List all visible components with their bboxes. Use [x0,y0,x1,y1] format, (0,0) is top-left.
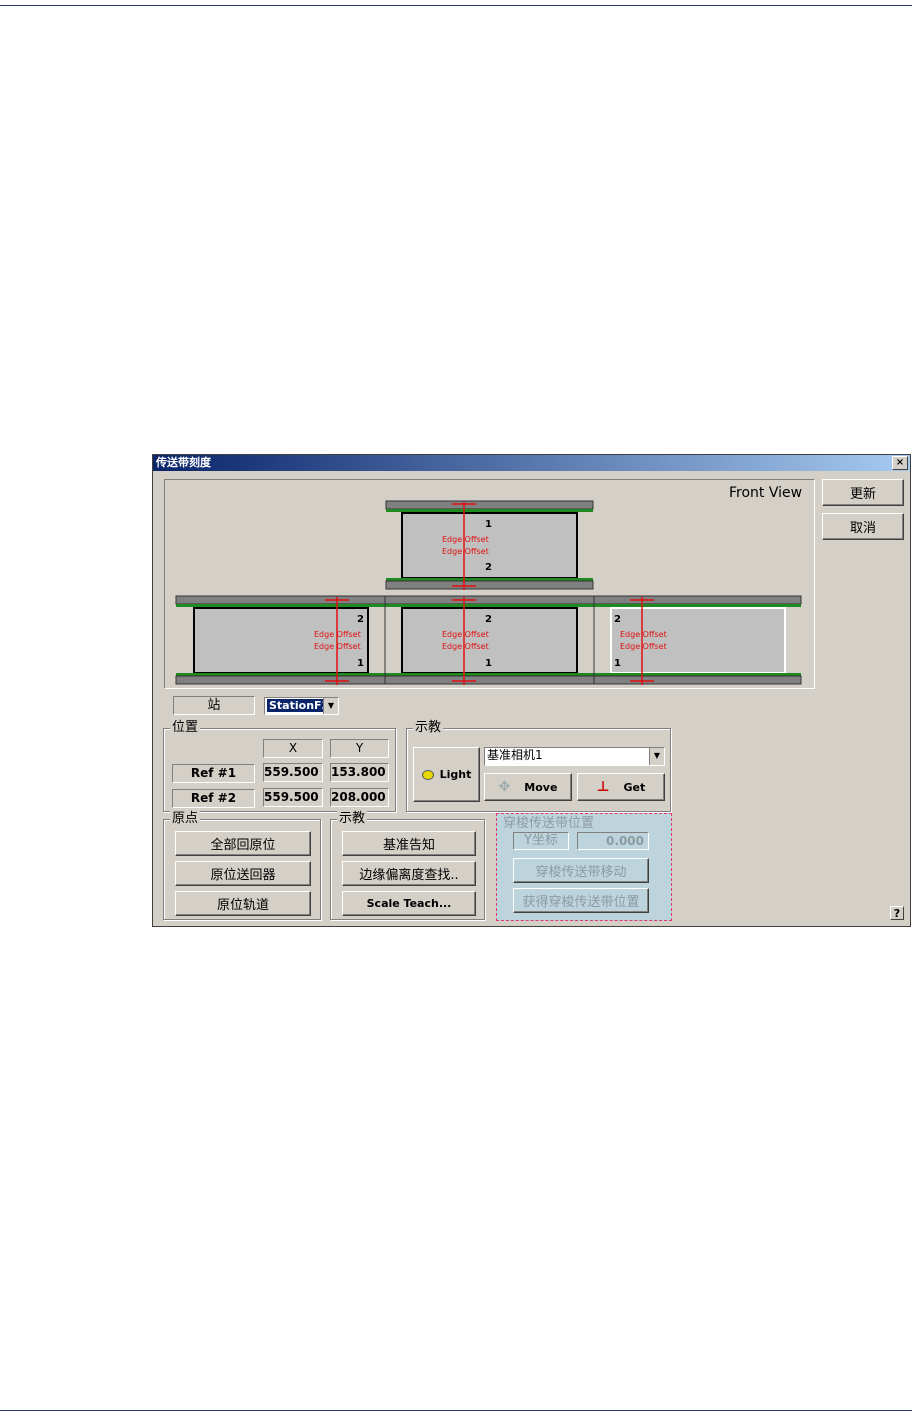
top-board-ref2: 2 [485,562,492,573]
left-board-ref2: 2 [357,614,364,625]
get-button-label: Get [623,781,646,794]
shuttle-move-button[interactable]: 穿梭传送带移动 [513,858,649,883]
left-edge-offset-2: Edge Offset [314,642,361,651]
conveyor-calibration-dialog: 传送带刻度 × 1 2 Edge Offset Edge Offset 2 1 … [152,454,911,927]
position-group: 位置 X Y Ref #1 559.500 153.800 Ref #2 559… [163,720,396,812]
ref1-label: Ref #1 [172,764,255,783]
get-axes-icon: ⊥ [596,779,610,795]
top-edge-offset-1: Edge Offset [442,535,489,544]
light-button[interactable]: Light [413,747,480,802]
column-y-header: Y [330,739,389,758]
cancel-button[interactable]: 取消 [822,513,904,540]
mid-rail-upper [175,595,802,605]
close-button[interactable]: × [892,456,908,470]
right-edge-offset-1: Edge Offset [620,630,667,639]
chevron-down-icon[interactable]: ▼ [649,748,664,765]
position-group-title: 位置 [170,720,201,736]
move-button-label: Move [524,781,558,794]
chevron-down-icon[interactable]: ▼ [323,698,338,714]
top-rail-upper-green [386,509,593,512]
shuttle-get-position-button[interactable]: 获得穿梭传送带位置 [513,888,649,913]
front-view-label: Front View [729,485,802,501]
origin-group: 原点 全部回原位 原位送回器 原位轨道 [163,811,321,920]
shuttle-highlight: 穿梭传送带位置 Y坐标 0.000 穿梭传送带移动 获得穿梭传送带位置 [496,813,672,921]
station-label: 站 [173,696,255,715]
help-button[interactable]: ? [890,906,904,920]
ref1-y-value[interactable]: 153.800 [330,763,389,782]
right-board [610,607,786,674]
ref2-x-value[interactable]: 559.500 [263,788,323,807]
shuttle-y-label: Y坐标 [513,832,569,850]
shuttle-y-value[interactable]: 0.000 [577,832,649,850]
ref1-x-value[interactable]: 559.500 [263,763,323,782]
center-board-ref2: 2 [485,614,492,625]
origin-group-title: 原点 [170,811,201,827]
left-edge-offset-1: Edge Offset [314,630,361,639]
center-edge-offset-2: Edge Offset [442,642,489,651]
camera-value: 基准相机1 [487,748,543,762]
top-rail-lower [385,580,594,590]
title-bar: 传送带刻度 × [153,455,910,471]
top-edge-offset-2: Edge Offset [442,547,489,556]
home-feeder-button[interactable]: 原位送回器 [175,861,311,886]
bulb-icon [421,770,434,780]
left-board [193,607,369,674]
right-board-ref1: 1 [614,658,621,669]
teach-camera-group: 示教 Light 基准相机1 ▼ ✥ Move ⊥ Get [406,720,671,812]
window-title: 传送带刻度 [156,456,211,469]
teach-group: 示教 基准告知 边缘偏离度查找.. Scale Teach... [330,811,485,920]
station-select[interactable]: StationF3 ▼ [264,697,339,715]
right-edge-offset-2: Edge Offset [620,642,667,651]
home-all-button[interactable]: 全部回原位 [175,831,311,856]
page-bottom-rule [0,1410,912,1411]
shuttle-group-title: 穿梭传送带位置 [503,816,595,831]
center-board-ref1: 1 [485,658,492,669]
teach-camera-group-title: 示教 [413,720,444,736]
ref2-label: Ref #2 [172,789,255,808]
home-track-button[interactable]: 原位轨道 [175,891,311,916]
right-board-ref2: 2 [614,614,621,625]
light-button-label: Light [439,768,472,781]
move-button[interactable]: ✥ Move [484,773,572,801]
move-arrows-icon: ✥ [498,779,511,795]
teach-group-title: 示教 [337,811,368,827]
front-view-canvas: 1 2 Edge Offset Edge Offset 2 1 Edge Off… [164,479,815,689]
page-top-rule [0,5,912,6]
station-value: StationF3 [267,699,332,712]
conveyor-diagram: 1 2 Edge Offset Edge Offset 2 1 Edge Off… [175,485,802,685]
get-button[interactable]: ⊥ Get [577,773,665,801]
column-x-header: X [263,739,323,758]
update-button[interactable]: 更新 [822,479,904,506]
edge-offset-find-button[interactable]: 边缘偏离度查找.. [342,861,476,886]
top-board-ref1: 1 [485,519,492,530]
left-board-ref1: 1 [357,658,364,669]
ref2-y-value[interactable]: 208.000 [330,788,389,807]
camera-select[interactable]: 基准相机1 ▼ [484,747,665,766]
top-rail-upper [385,500,594,510]
scale-teach-button[interactable]: Scale Teach... [342,891,476,916]
mid-rail-lower [175,675,802,685]
mid-rail-upper-green [176,604,801,607]
center-edge-offset-1: Edge Offset [442,630,489,639]
fiducial-button[interactable]: 基准告知 [342,831,476,856]
